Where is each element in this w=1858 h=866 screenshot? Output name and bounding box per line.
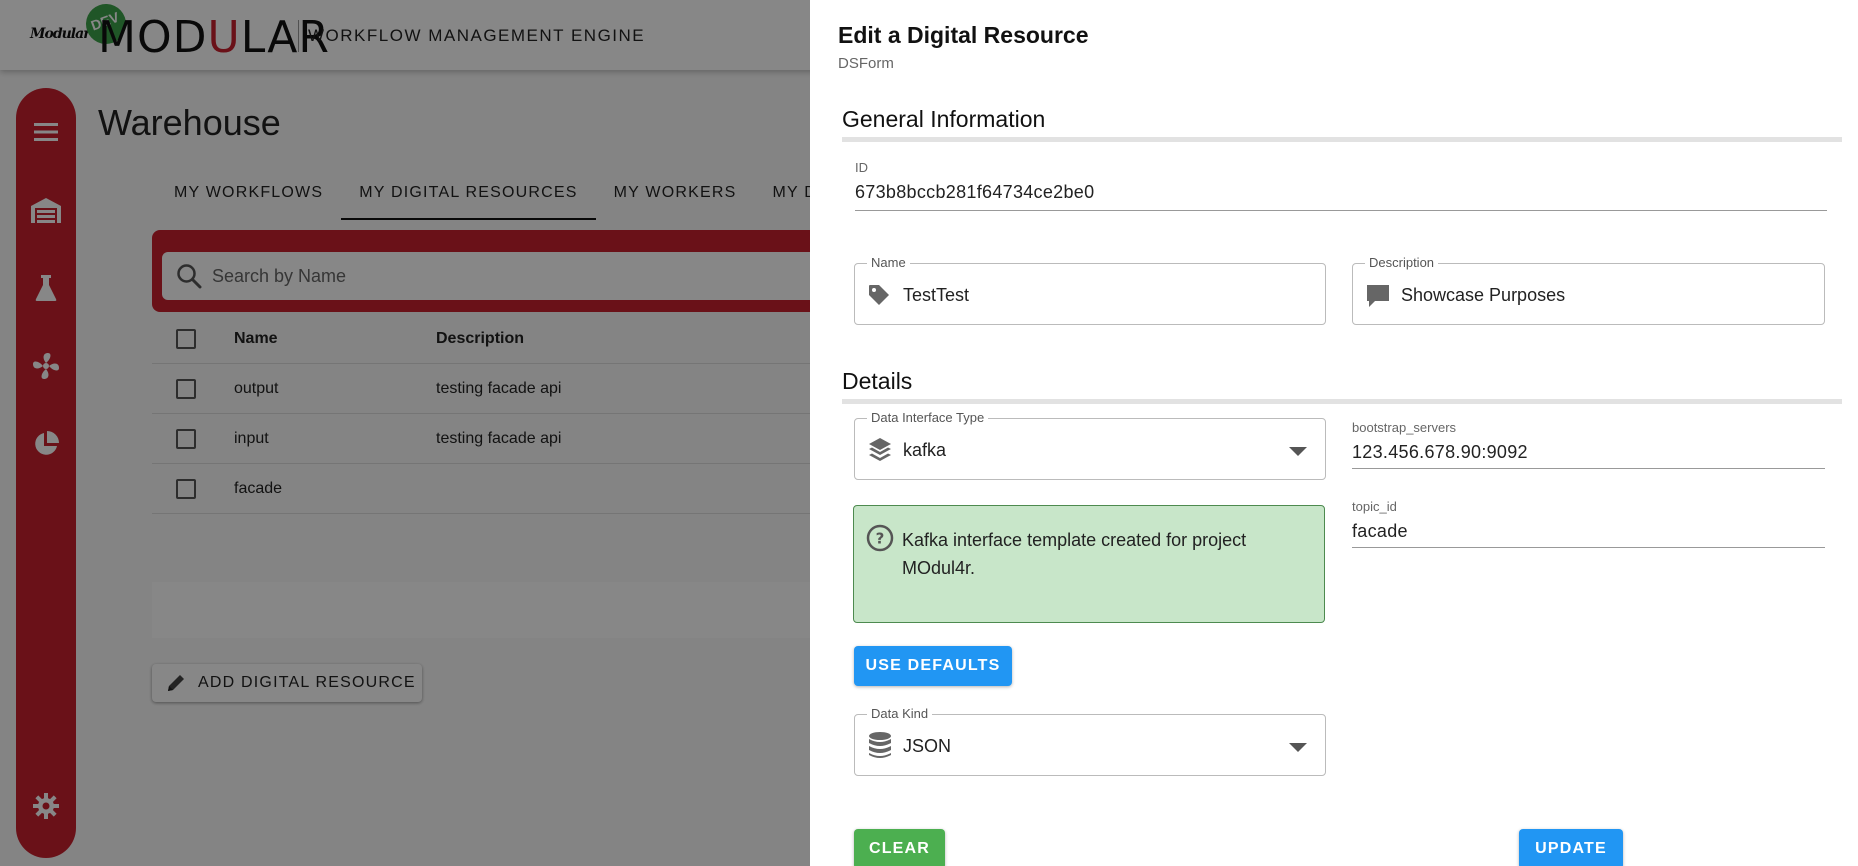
comment-icon [1367,285,1389,307]
help-circle-icon: ? [866,524,894,552]
name-field[interactable]: Name TestTest [854,255,1326,325]
name-value: TestTest [903,285,970,305]
name-label: Name [867,255,910,270]
id-label: ID [855,160,868,175]
general-information-heading: General Information [842,106,1046,132]
data-interface-type-select[interactable]: Data Interface Type kafka [854,410,1326,480]
drawer-subtitle: DSForm [838,55,894,72]
layers-icon [869,438,891,461]
chevron-down-icon [1289,743,1307,752]
data-kind-select[interactable]: Data Kind JSON [854,706,1326,776]
description-label: Description [1365,255,1439,270]
drawer-title: Edit a Digital Resource [838,22,1089,48]
description-value: Showcase Purposes [1401,285,1566,305]
topic-id-value: facade [1352,521,1408,541]
bootstrap-servers-value: 123.456.678.90:9092 [1352,442,1528,462]
chevron-down-icon [1289,447,1307,456]
edit-resource-drawer: Edit a Digital Resource DSForm General I… [810,0,1858,866]
topic-id-field[interactable]: topic_id facade [1352,499,1825,548]
data-interface-type-value: kafka [903,440,947,460]
id-field[interactable]: ID 673b8bccb281f64734ce2be0 [855,160,1827,211]
description-field[interactable]: Description Showcase Purposes [1352,255,1825,325]
use-defaults-button[interactable]: USE DEFAULTS [854,646,1012,686]
bootstrap-servers-field[interactable]: bootstrap_servers 123.456.678.90:9092 [1352,420,1825,469]
details-heading: Details [842,368,913,394]
clear-button[interactable]: CLEAR [854,829,945,866]
bootstrap-servers-label: bootstrap_servers [1352,420,1457,435]
info-alert: ? Kafka interface template created for p… [853,505,1325,623]
update-button[interactable]: UPDATE [1519,829,1623,866]
id-value: 673b8bccb281f64734ce2be0 [855,182,1095,202]
svg-text:?: ? [876,530,885,548]
general-section-divider [842,137,1842,142]
data-interface-type-label: Data Interface Type [867,410,989,425]
database-icon [869,732,891,758]
tag-icon [869,285,889,305]
data-kind-value: JSON [903,736,952,756]
data-kind-label: Data Kind [867,706,933,721]
topic-id-label: topic_id [1352,499,1397,514]
details-section-divider [842,399,1842,404]
info-alert-text: Kafka interface template created for pro… [902,530,1247,578]
